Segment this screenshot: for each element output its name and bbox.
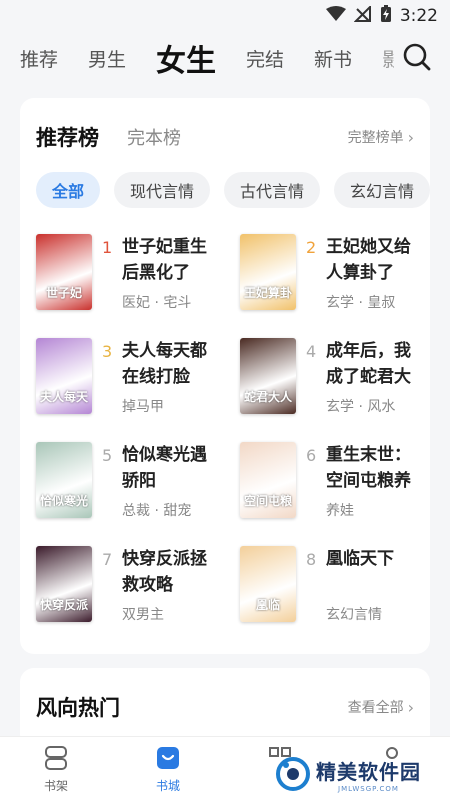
tab-female[interactable]: 女生 (156, 36, 216, 80)
book-cover: 世子妃 (36, 234, 92, 310)
chevron-right-icon: › (407, 127, 414, 147)
tab-finished[interactable]: 完结 (246, 45, 284, 72)
book-title: 重生末世：空间屯粮养 (326, 445, 411, 491)
watermark-logo-icon (276, 757, 310, 791)
category-chips: 全部 现代言情 古代言情 玄幻言情 (36, 172, 430, 208)
nav-bookshelf-label: 书架 (43, 779, 68, 793)
rank-number: 8 (306, 550, 317, 569)
watermark: 精美软件园 JMLWSGP.COM (276, 752, 421, 796)
rank-number: 3 (102, 342, 113, 361)
status-time: 3:22 (399, 6, 438, 26)
rank-number: 1 (102, 238, 113, 257)
book-item[interactable]: 快穿反派 7 快穿反派拯救攻略 双男主 (36, 546, 226, 636)
rank-number: 5 (102, 446, 113, 465)
ranking-header: 推荐榜 完本榜 完整榜单 › (36, 122, 414, 152)
book-tags: 养娃 (326, 503, 354, 519)
hot-trends-title: 风向热门 (36, 696, 120, 720)
book-tags: 玄幻言情 (326, 607, 382, 623)
watermark-sub: JMLWSGP.COM (338, 784, 399, 793)
book-item[interactable]: 王妃算卦 2 王妃她又给人算卦了 玄学 · 皇叔 (240, 234, 430, 324)
book-item[interactable]: 恰似寒光 5 恰似寒光遇骄阳 总裁 · 甜宠 (36, 442, 226, 532)
wifi-icon (325, 6, 346, 26)
watermark-main: 精美软件园 (316, 759, 421, 784)
tab-new[interactable]: 新书 (314, 45, 352, 72)
book-item[interactable]: 夫人每天 3 夫人每天都在线打脸 掉马甲 (36, 338, 226, 428)
book-cover: 快穿反派 (36, 546, 92, 622)
book-cover: 空间屯粮 (240, 442, 296, 518)
nav-bookstore[interactable]: 书城 (112, 737, 224, 800)
chevron-right-icon: › (407, 697, 414, 717)
watermark-text: 精美软件园 JMLWSGP.COM (316, 756, 421, 793)
nav-bookstore-label: 书城 (155, 779, 180, 793)
book-tags: 掉马甲 (122, 399, 164, 415)
ranking-card: 推荐榜 完本榜 完整榜单 › 全部 现代言情 古代言情 玄幻言情 世子妃 1 世… (20, 98, 430, 654)
bookstore-icon (155, 745, 181, 771)
tab-male[interactable]: 男生 (88, 45, 126, 72)
rank-number: 4 (306, 342, 317, 361)
view-all-label: 查看全部 (347, 700, 404, 716)
view-all-link[interactable]: 查看全部 › (348, 697, 414, 717)
book-title: 恰似寒光遇骄阳 (122, 445, 207, 491)
tab-film[interactable]: 影 (382, 45, 394, 72)
status-bar: 3:22 (0, 0, 450, 32)
book-cover: 王妃算卦 (240, 234, 296, 310)
book-title: 凰临天下 (326, 549, 394, 569)
no-signal-icon (353, 4, 372, 26)
book-title: 世子妃重生后黑化了 (122, 237, 207, 283)
ranking-title-tab[interactable]: 推荐榜 (36, 122, 99, 152)
book-title: 快穿反派拯救攻略 (122, 549, 207, 595)
book-title: 成年后，我成了蛇君大 (326, 341, 411, 387)
battery-charging-icon (380, 5, 392, 27)
hot-trends-header: 风向热门 查看全部 › (36, 692, 414, 722)
book-tags: 医妃 · 宅斗 (122, 295, 192, 311)
full-ranking-link[interactable]: 完整榜单 › (348, 127, 414, 147)
book-tags: 玄学 · 风水 (326, 399, 396, 415)
full-ranking-label: 完整榜单 (347, 130, 404, 146)
top-tab-bar: 推荐 男生 女生 完结 新书 影 (0, 34, 450, 82)
chip-modern-romance[interactable]: 现代言情 (114, 172, 211, 208)
book-item[interactable]: 蛇君大人 4 成年后，我成了蛇君大 玄学 · 风水 (240, 338, 430, 428)
book-item[interactable]: 世子妃 1 世子妃重生后黑化了 医妃 · 宅斗 (36, 234, 226, 324)
chip-all[interactable]: 全部 (36, 172, 101, 208)
search-icon[interactable] (402, 42, 432, 72)
book-cover: 恰似寒光 (36, 442, 92, 518)
chip-ancient-romance[interactable]: 古代言情 (224, 172, 321, 208)
tab-recommend[interactable]: 推荐 (20, 45, 58, 72)
book-item[interactable]: 空间屯粮 6 重生末世：空间屯粮养 养娃 (240, 442, 430, 532)
finished-ranking-tab[interactable]: 完本榜 (127, 124, 181, 150)
book-item[interactable]: 凰临 8 凰临天下 玄幻言情 (240, 546, 430, 636)
chip-fantasy-romance[interactable]: 玄幻言情 (334, 172, 430, 208)
book-title: 王妃她又给人算卦了 (326, 237, 411, 283)
rank-number: 2 (306, 238, 317, 257)
bookshelf-icon (43, 745, 69, 771)
rank-number: 7 (102, 550, 113, 569)
book-tags: 总裁 · 甜宠 (122, 503, 192, 519)
book-tags: 玄学 · 皇叔 (326, 295, 396, 311)
nav-bookshelf[interactable]: 书架 (0, 737, 112, 800)
book-cover: 夫人每天 (36, 338, 92, 414)
book-title: 夫人每天都在线打脸 (122, 341, 207, 387)
book-cover: 蛇君大人 (240, 338, 296, 414)
rank-number: 6 (306, 446, 317, 465)
book-cover: 凰临 (240, 546, 296, 622)
book-tags: 双男主 (122, 607, 164, 623)
